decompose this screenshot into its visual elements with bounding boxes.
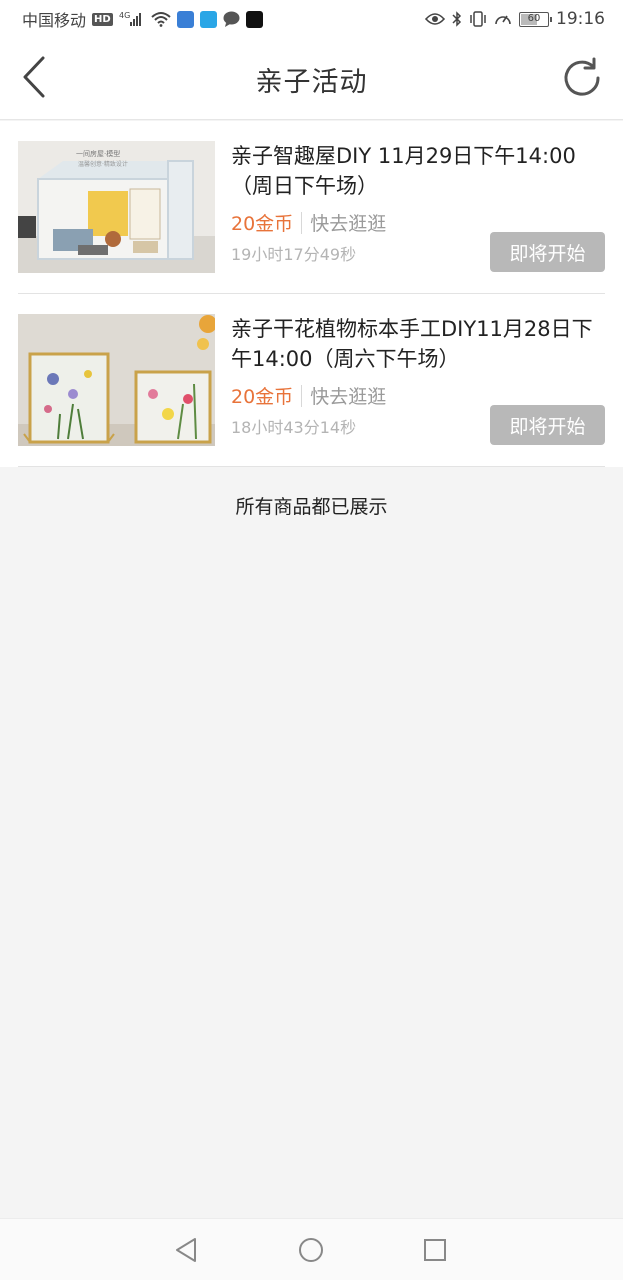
countdown-text: 18小时43分14秒 [231,418,357,437]
circle-home-icon [299,1238,323,1262]
square-recent-icon [424,1239,446,1261]
clock: 19:16 [556,9,605,29]
status-bar: 中国移动 HD 4G 60 19:16 [0,0,623,38]
price-row: 20金币 快去逛逛 [231,209,386,236]
go-shopping-link[interactable]: 快去逛逛 [310,382,386,409]
triangle-back-icon [176,1238,196,1262]
countdown-text: 19小时17分49秒 [231,245,357,264]
battery-icon: 60 [519,11,552,27]
hd-badge: HD [92,12,113,26]
image-subcaption: 温馨创意·精致设计 [78,160,128,168]
location-app-icon [199,10,217,28]
item-title[interactable]: 亲子干花植物标本手工DIY11月28日下午14:00（周六下午场） [231,314,611,374]
signal-icon: 4G [119,11,145,27]
bluetooth-icon [452,11,462,27]
activity-list: 一间房屋·模型 温馨创意·精致设计 亲子智趣屋DIY 11月29日下午14:00… [0,121,623,467]
divider [301,211,303,234]
refresh-icon [564,57,600,96]
dollhouse-image[interactable]: 一间房屋·模型 温馨创意·精致设计 [18,141,215,273]
refresh-button[interactable] [559,55,605,101]
chat-icon [223,11,240,27]
go-shopping-link[interactable]: 快去逛逛 [310,209,386,236]
all-items-shown-note: 所有商品都已展示 [235,496,388,518]
price-label: 20金币 [231,386,294,408]
speed-icon [494,11,512,27]
price-row: 20金币 快去逛逛 [231,382,386,409]
nav-recent-button[interactable] [421,1236,449,1264]
coming-soon-button[interactable]: 即将开始 [490,405,605,445]
system-nav-bar [0,1218,623,1280]
price-label: 20金币 [231,213,294,235]
pressed-flower-image[interactable] [18,314,215,446]
divider [301,384,303,407]
wifi-icon [151,11,171,27]
item-title[interactable]: 亲子智趣屋DIY 11月29日下午14:00（周日下午场） [231,141,611,201]
eye-icon [425,12,445,26]
list-item[interactable]: 一间房屋·模型 温馨创意·精致设计 亲子智趣屋DIY 11月29日下午14:00… [18,121,605,294]
coming-soon-button[interactable]: 即将开始 [490,232,605,272]
list-item[interactable]: 亲子干花植物标本手工DIY11月28日下午14:00（周六下午场） 20金币 快… [18,294,605,467]
page-title: 亲子活动 [255,67,368,98]
vibrate-icon [469,11,487,27]
tiktok-icon [245,10,263,28]
app-icon [176,10,194,28]
header: 亲子活动 [0,38,623,120]
battery-level: 60 [527,12,541,24]
nav-home-button[interactable] [297,1236,325,1264]
image-caption: 一间房屋·模型 [76,149,120,158]
nav-back-button[interactable] [172,1236,200,1264]
network-label: 4G [119,11,130,20]
carrier-label: 中国移动 [22,11,87,30]
